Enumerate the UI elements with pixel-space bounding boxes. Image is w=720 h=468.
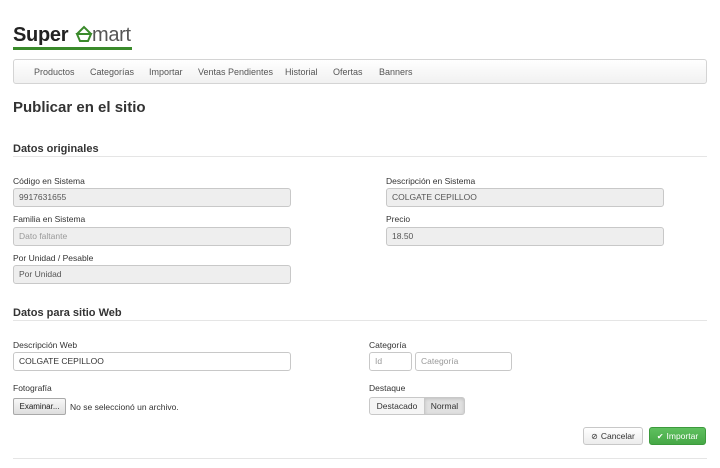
browse-file-button[interactable]: Examinar... — [13, 398, 66, 415]
section-divider — [13, 320, 707, 321]
file-status-text: No se seleccionó un archivo. — [70, 402, 179, 412]
check-icon: ✔ — [656, 432, 664, 441]
import-button-label: Importar — [666, 431, 699, 441]
familia-field: Dato faltante — [13, 227, 291, 246]
destaque-normal-button[interactable]: Normal — [424, 397, 465, 415]
fotografia-label: Fotografía — [13, 383, 52, 393]
import-button[interactable]: ✔ Importar — [649, 427, 706, 445]
section-divider — [13, 156, 707, 157]
destaque-label: Destaque — [369, 383, 406, 393]
precio-field: 18.50 — [386, 227, 664, 246]
nav-item-ofertas[interactable]: Ofertas — [333, 67, 363, 77]
nav-item-historial[interactable]: Historial — [285, 67, 318, 77]
categoria-name-input[interactable]: Categoría — [415, 352, 512, 371]
nav-item-importar[interactable]: Importar — [149, 67, 183, 77]
descripcion-sistema-label: Descripción en Sistema — [386, 176, 476, 186]
brand-underline — [13, 47, 132, 50]
categoria-id-input[interactable]: Id — [369, 352, 412, 371]
cancel-button-label: Cancelar — [600, 431, 635, 441]
brand-logo[interactable]: Super mart — [13, 22, 133, 50]
section-title-original: Datos originales — [13, 143, 99, 155]
destaque-destacado-button[interactable]: Destacado — [369, 397, 425, 415]
page-title: Publicar en el sitio — [13, 99, 146, 116]
precio-label: Precio — [386, 214, 411, 224]
footer-divider — [13, 458, 707, 459]
nav-item-productos[interactable]: Productos — [34, 67, 75, 77]
nav-item-ventas-pendientes[interactable]: Ventas Pendientes — [198, 67, 273, 77]
brand-name-bold: Super — [13, 24, 69, 46]
descripcion-sistema-field: COLGATE CEPILLOO — [386, 188, 664, 207]
nav-item-categorias[interactable]: Categorías — [90, 67, 134, 77]
categoria-label: Categoría — [369, 340, 407, 350]
descripcion-web-input[interactable]: COLGATE CEPILLOO — [13, 352, 291, 371]
familia-label: Familia en Sistema — [13, 214, 86, 224]
basket-icon — [75, 25, 93, 42]
descripcion-web-label: Descripción Web — [13, 340, 78, 350]
codigo-label: Código en Sistema — [13, 176, 85, 186]
ban-icon: ⊘ — [591, 432, 598, 441]
codigo-field: 9917631655 — [13, 188, 291, 207]
cancel-button[interactable]: ⊘ Cancelar — [583, 427, 643, 445]
unidad-label: Por Unidad / Pesable — [13, 253, 94, 263]
brand-name-light: mart — [92, 24, 131, 46]
section-title-web: Datos para sitio Web — [13, 307, 122, 319]
nav-item-banners[interactable]: Banners — [379, 67, 413, 77]
main-navbar: Productos Categorías Importar Ventas Pen… — [13, 59, 707, 84]
unidad-field: Por Unidad — [13, 265, 291, 284]
